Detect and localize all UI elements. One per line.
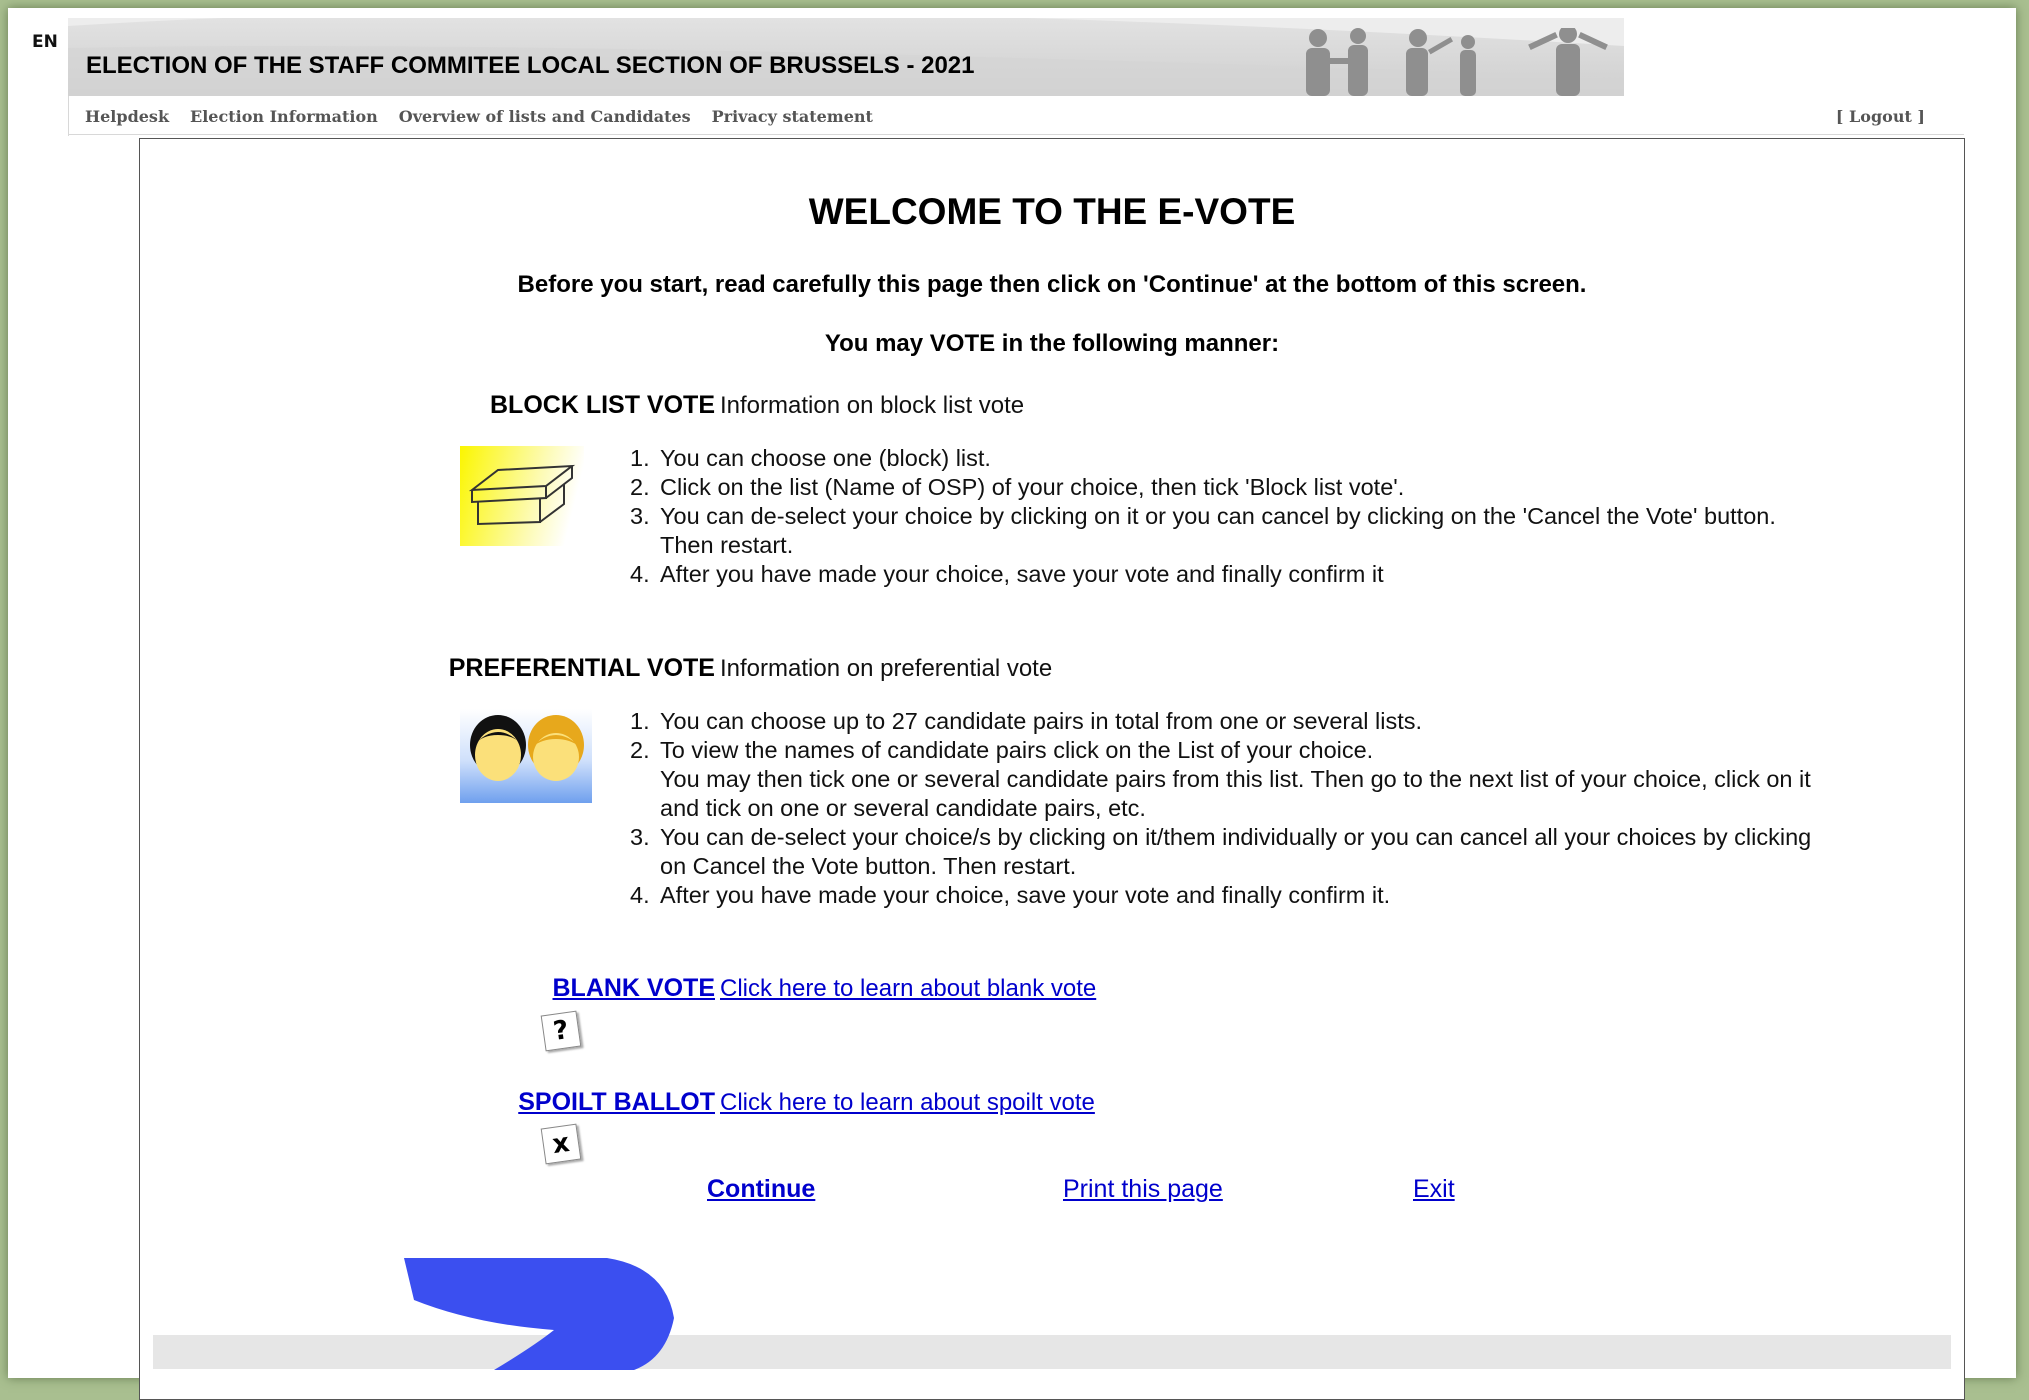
question-mark-icon[interactable]: ? <box>540 1010 582 1052</box>
browser-page: EN ELECTION OF THE STAFF COMMITEE LOCAL … <box>8 8 2016 1400</box>
preferential-vote-info: Information on preferential vote <box>720 655 1053 682</box>
blank-vote-info-link[interactable]: Click here to learn about blank vote <box>720 975 1096 1003</box>
list-item-continuation: and tick on one or several candidate pai… <box>630 794 1950 823</box>
step-text: Then restart. <box>660 532 794 558</box>
list-item: 3. You can de-select your choice/s by cli… <box>630 824 1812 850</box>
annotation-arrow-icon <box>404 1258 674 1370</box>
candidates-faces-icon <box>460 709 592 803</box>
intro-text: Before you start, read carefully this pa… <box>517 271 1587 298</box>
nav-overview-lists-candidates[interactable]: Overview of lists and Candidates <box>399 107 691 131</box>
spoilt-ballot-link[interactable]: SPOILT BALLOT <box>195 1088 715 1117</box>
list-item: 2. Click on the list (Name of OSP) of you… <box>630 474 1405 500</box>
step-text: and tick on one or several candidate pai… <box>660 795 1146 821</box>
step-text: To view the names of candidate pairs cli… <box>660 737 1374 763</box>
continue-link[interactable]: Continue <box>707 1175 815 1204</box>
exit-link[interactable]: Exit <box>1413 1175 1455 1204</box>
step-text: on Cancel the Vote button. Then restart. <box>660 853 1077 879</box>
step-text: You can choose up to 27 candidate pairs … <box>660 708 1423 734</box>
nav-election-information[interactable]: Election Information <box>190 107 378 131</box>
nav-privacy-statement[interactable]: Privacy statement <box>712 107 873 131</box>
preferential-vote-label: PREFERENTIAL VOTE <box>448 654 715 682</box>
step-text: After you have made your choice, save yo… <box>660 561 1384 587</box>
block-list-vote-label: BLOCK LIST VOTE <box>490 391 715 419</box>
nav-helpdesk[interactable]: Helpdesk <box>85 107 169 131</box>
divider <box>68 134 1964 135</box>
cross-mark-icon[interactable]: x <box>540 1123 582 1165</box>
step-text: After you have made your choice, save yo… <box>660 882 1391 908</box>
list-item: 4. After you have made your choice, save … <box>630 561 1384 587</box>
step-text: You may then tick one or several candida… <box>660 766 1811 792</box>
step-text: Click on the list (Name of OSP) of your … <box>660 474 1405 500</box>
print-page-link[interactable]: Print this page <box>1063 1175 1223 1204</box>
step-text: You can de-select your choice/s by click… <box>660 824 1812 850</box>
page-title: WELCOME TO THE E-VOTE <box>808 191 1296 232</box>
manner-heading: You may VOTE in the following manner: <box>824 330 1280 357</box>
list-item: 3. You can de-select your choice by click… <box>630 503 1776 529</box>
spoilt-vote-info-link[interactable]: Click here to learn about spoilt vote <box>720 1089 1095 1117</box>
content-panel: WELCOME TO THE E-VOTE Before you start, … <box>139 138 1965 1400</box>
language-indicator[interactable]: EN <box>32 32 58 52</box>
app-title: ELECTION OF THE STAFF COMMITEE LOCAL SEC… <box>86 52 975 79</box>
list-item: 1. You can choose up to 27 candidate pair… <box>630 708 1423 734</box>
list-item: 1. You can choose one (block) list. <box>630 445 991 471</box>
block-list-vote-info: Information on block list vote <box>720 392 1025 419</box>
list-item: 4. After you have made your choice, save … <box>630 882 1391 908</box>
preferential-steps: 1. You can choose up to 27 candidate pair… <box>630 707 1950 910</box>
list-item-continuation: Then restart. <box>630 531 1930 560</box>
step-text: You can de-select your choice by clickin… <box>660 503 1776 529</box>
divider <box>68 96 69 136</box>
list-item-continuation: You may then tick one or several candida… <box>630 765 1950 794</box>
step-text: You can choose one (block) list. <box>660 445 991 471</box>
box-icon <box>460 446 584 546</box>
blank-vote-link[interactable]: BLANK VOTE <box>195 974 716 1003</box>
logout-link[interactable]: [ Logout ] <box>1836 107 1925 126</box>
list-item: 2. To view the names of candidate pairs c… <box>630 737 1374 763</box>
top-nav: Helpdesk Election Information Overview o… <box>85 107 873 131</box>
list-item-continuation: on Cancel the Vote button. Then restart. <box>630 852 1950 881</box>
block-list-steps: 1. You can choose one (block) list. 2. Cli… <box>630 444 1930 589</box>
people-silhouettes-icon <box>1306 28 1608 96</box>
